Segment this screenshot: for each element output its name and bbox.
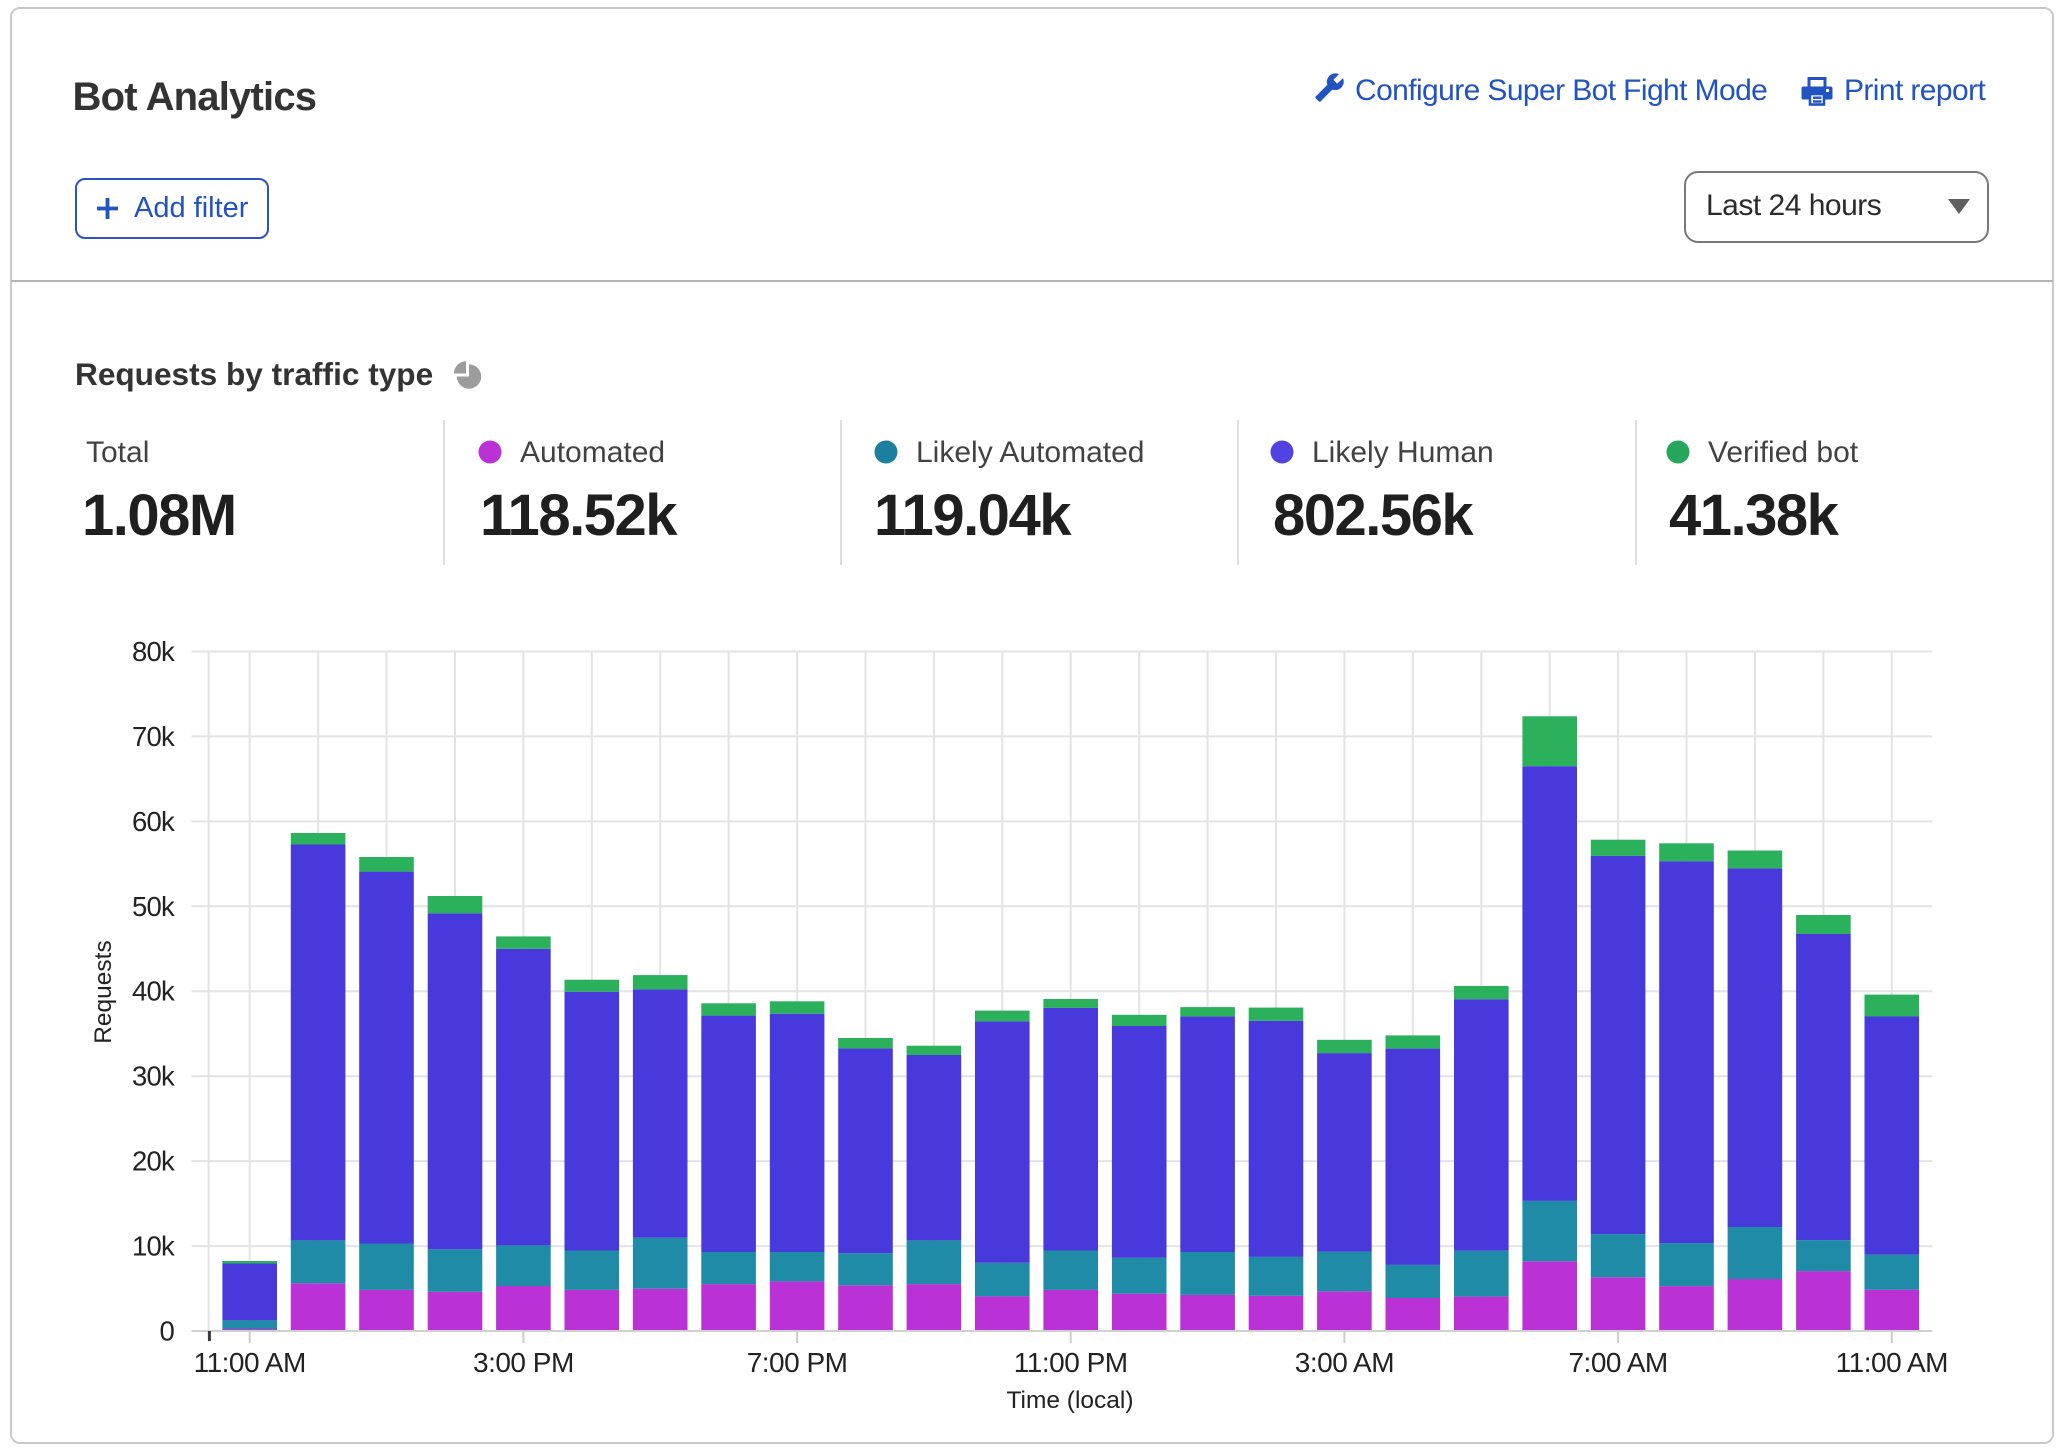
- svg-text:20k: 20k: [132, 1146, 175, 1177]
- svg-text:80k: 80k: [132, 636, 175, 667]
- svg-text:7:00 PM: 7:00 PM: [747, 1347, 848, 1378]
- svg-text:70k: 70k: [132, 721, 175, 752]
- svg-text:Time (local): Time (local): [1006, 1387, 1133, 1414]
- svg-text:30k: 30k: [132, 1061, 175, 1092]
- svg-text:3:00 PM: 3:00 PM: [473, 1347, 574, 1378]
- svg-text:10k: 10k: [132, 1231, 175, 1262]
- svg-text:Requests: Requests: [90, 940, 117, 1044]
- svg-text:7:00 AM: 7:00 AM: [1568, 1347, 1667, 1378]
- svg-text:40k: 40k: [132, 976, 175, 1007]
- svg-text:0: 0: [160, 1316, 175, 1347]
- svg-text:50k: 50k: [132, 891, 175, 922]
- svg-text:60k: 60k: [132, 806, 175, 837]
- svg-text:11:00 PM: 11:00 PM: [1014, 1347, 1128, 1378]
- svg-text:11:00 AM: 11:00 AM: [1836, 1347, 1948, 1378]
- svg-text:11:00 AM: 11:00 AM: [194, 1347, 306, 1378]
- svg-text:3:00 AM: 3:00 AM: [1295, 1347, 1394, 1378]
